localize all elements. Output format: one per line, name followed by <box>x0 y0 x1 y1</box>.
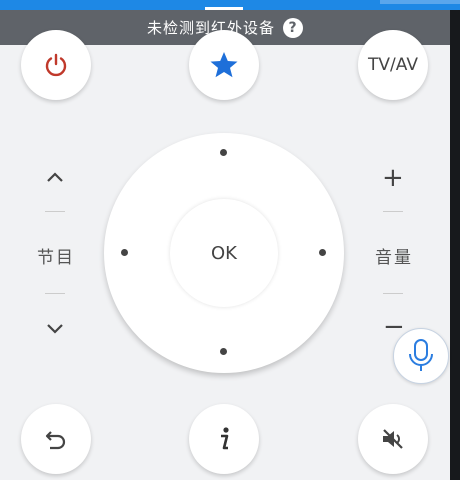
tv-av-button[interactable]: TV/AV <box>358 30 428 100</box>
tv-av-label: TV/AV <box>368 55 418 75</box>
mute-icon <box>383 429 403 449</box>
chevron-up-icon <box>47 172 63 182</box>
help-icon[interactable]: ? <box>283 17 303 38</box>
back-button[interactable] <box>21 404 91 474</box>
power-button[interactable] <box>21 30 91 100</box>
divider <box>383 293 403 294</box>
dpad-up[interactable] <box>220 149 227 156</box>
dpad-down[interactable] <box>220 348 227 355</box>
edge-bar <box>450 45 460 480</box>
voice-button[interactable] <box>393 328 449 384</box>
channel-up-button[interactable] <box>46 168 64 187</box>
divider <box>383 211 403 212</box>
tab-bar-right <box>380 0 460 4</box>
star-icon <box>210 52 238 78</box>
back-arrow-icon <box>45 431 66 450</box>
divider <box>45 293 65 294</box>
dpad-left[interactable] <box>121 249 128 256</box>
microphone-icon <box>409 339 433 371</box>
direction-pad[interactable]: OK <box>104 133 344 373</box>
mute-button[interactable] <box>358 404 428 474</box>
info-icon <box>221 427 229 450</box>
top-tab-bar <box>0 0 460 10</box>
divider <box>45 211 65 212</box>
channel-label: 节目 <box>37 248 75 268</box>
ok-button[interactable]: OK <box>170 199 278 307</box>
volume-up-button[interactable]: + <box>382 165 404 191</box>
edge-bar-top <box>450 10 460 45</box>
ok-label: OK <box>211 242 237 264</box>
favorite-button[interactable] <box>189 30 259 100</box>
info-button[interactable] <box>189 404 259 474</box>
dpad-right[interactable] <box>319 249 326 256</box>
power-icon <box>45 53 67 77</box>
chevron-down-icon <box>47 324 63 334</box>
volume-label: 音量 <box>375 248 413 268</box>
channel-down-button[interactable] <box>46 320 64 339</box>
